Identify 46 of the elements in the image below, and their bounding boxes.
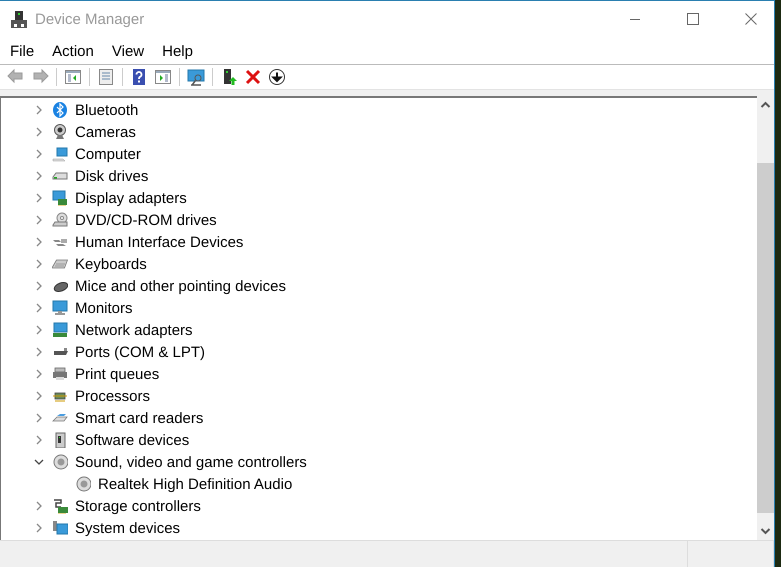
storage-controller-icon xyxy=(52,498,68,514)
tree-item[interactable]: Processors xyxy=(75,388,150,404)
device-manager-icon xyxy=(10,10,28,30)
tree-item[interactable]: Keyboards xyxy=(75,256,147,272)
system-devices-icon xyxy=(52,520,68,536)
tree-item[interactable]: Realtek High Definition Audio xyxy=(98,476,292,492)
help-icon[interactable] xyxy=(130,68,148,86)
tree-item[interactable]: System devices xyxy=(75,520,180,536)
printer-icon xyxy=(52,366,68,382)
menu-item[interactable]: File xyxy=(10,42,34,60)
delete-icon[interactable] xyxy=(244,68,262,86)
action-pane-icon[interactable] xyxy=(154,68,172,86)
tree-item[interactable]: Sound, video and game controllers xyxy=(75,454,307,470)
tree-item[interactable]: Cameras xyxy=(75,124,136,140)
properties-icon[interactable] xyxy=(97,68,115,86)
tree-item[interactable]: Computer xyxy=(75,146,141,162)
tree-item[interactable]: Disk drives xyxy=(75,168,148,184)
menu-item[interactable]: Help xyxy=(162,42,193,60)
tree-item[interactable]: Storage controllers xyxy=(75,498,201,514)
tree-item[interactable]: Monitors xyxy=(75,300,133,316)
disc-drive-icon xyxy=(52,212,68,228)
tree-item[interactable]: Mice and other pointing devices xyxy=(75,278,286,294)
speaker-icon xyxy=(75,476,91,492)
tree-item[interactable]: Human Interface Devices xyxy=(75,234,244,250)
tree-item[interactable]: Network adapters xyxy=(75,322,193,338)
tree-item[interactable]: Software devices xyxy=(75,432,190,448)
monitor-search-icon[interactable] xyxy=(187,68,205,86)
computer-icon xyxy=(52,146,68,162)
scrollbar-thumb[interactable] xyxy=(757,163,774,513)
menu-item[interactable]: View xyxy=(112,42,144,60)
webcam-icon xyxy=(52,124,68,140)
speaker-icon xyxy=(52,454,68,470)
window-title: Device Manager xyxy=(35,11,146,28)
network-adapter-icon xyxy=(52,322,68,338)
menu-item[interactable]: Action xyxy=(52,42,94,60)
tree-item[interactable]: Bluetooth xyxy=(75,102,138,118)
tree-item[interactable]: Smart card readers xyxy=(75,410,204,426)
display-adapter-icon xyxy=(52,190,68,206)
down-arrow-circle-icon[interactable] xyxy=(268,68,286,86)
bluetooth-icon xyxy=(52,102,68,118)
tree-item[interactable]: Print queues xyxy=(75,366,160,382)
tree-item[interactable]: DVD/CD-ROM drives xyxy=(75,212,217,228)
monitor-icon xyxy=(52,300,68,316)
tree-item[interactable]: Display adapters xyxy=(75,190,187,206)
tree-item[interactable]: Ports (COM & LPT) xyxy=(75,344,206,360)
tree-pane-icon[interactable] xyxy=(64,68,82,86)
